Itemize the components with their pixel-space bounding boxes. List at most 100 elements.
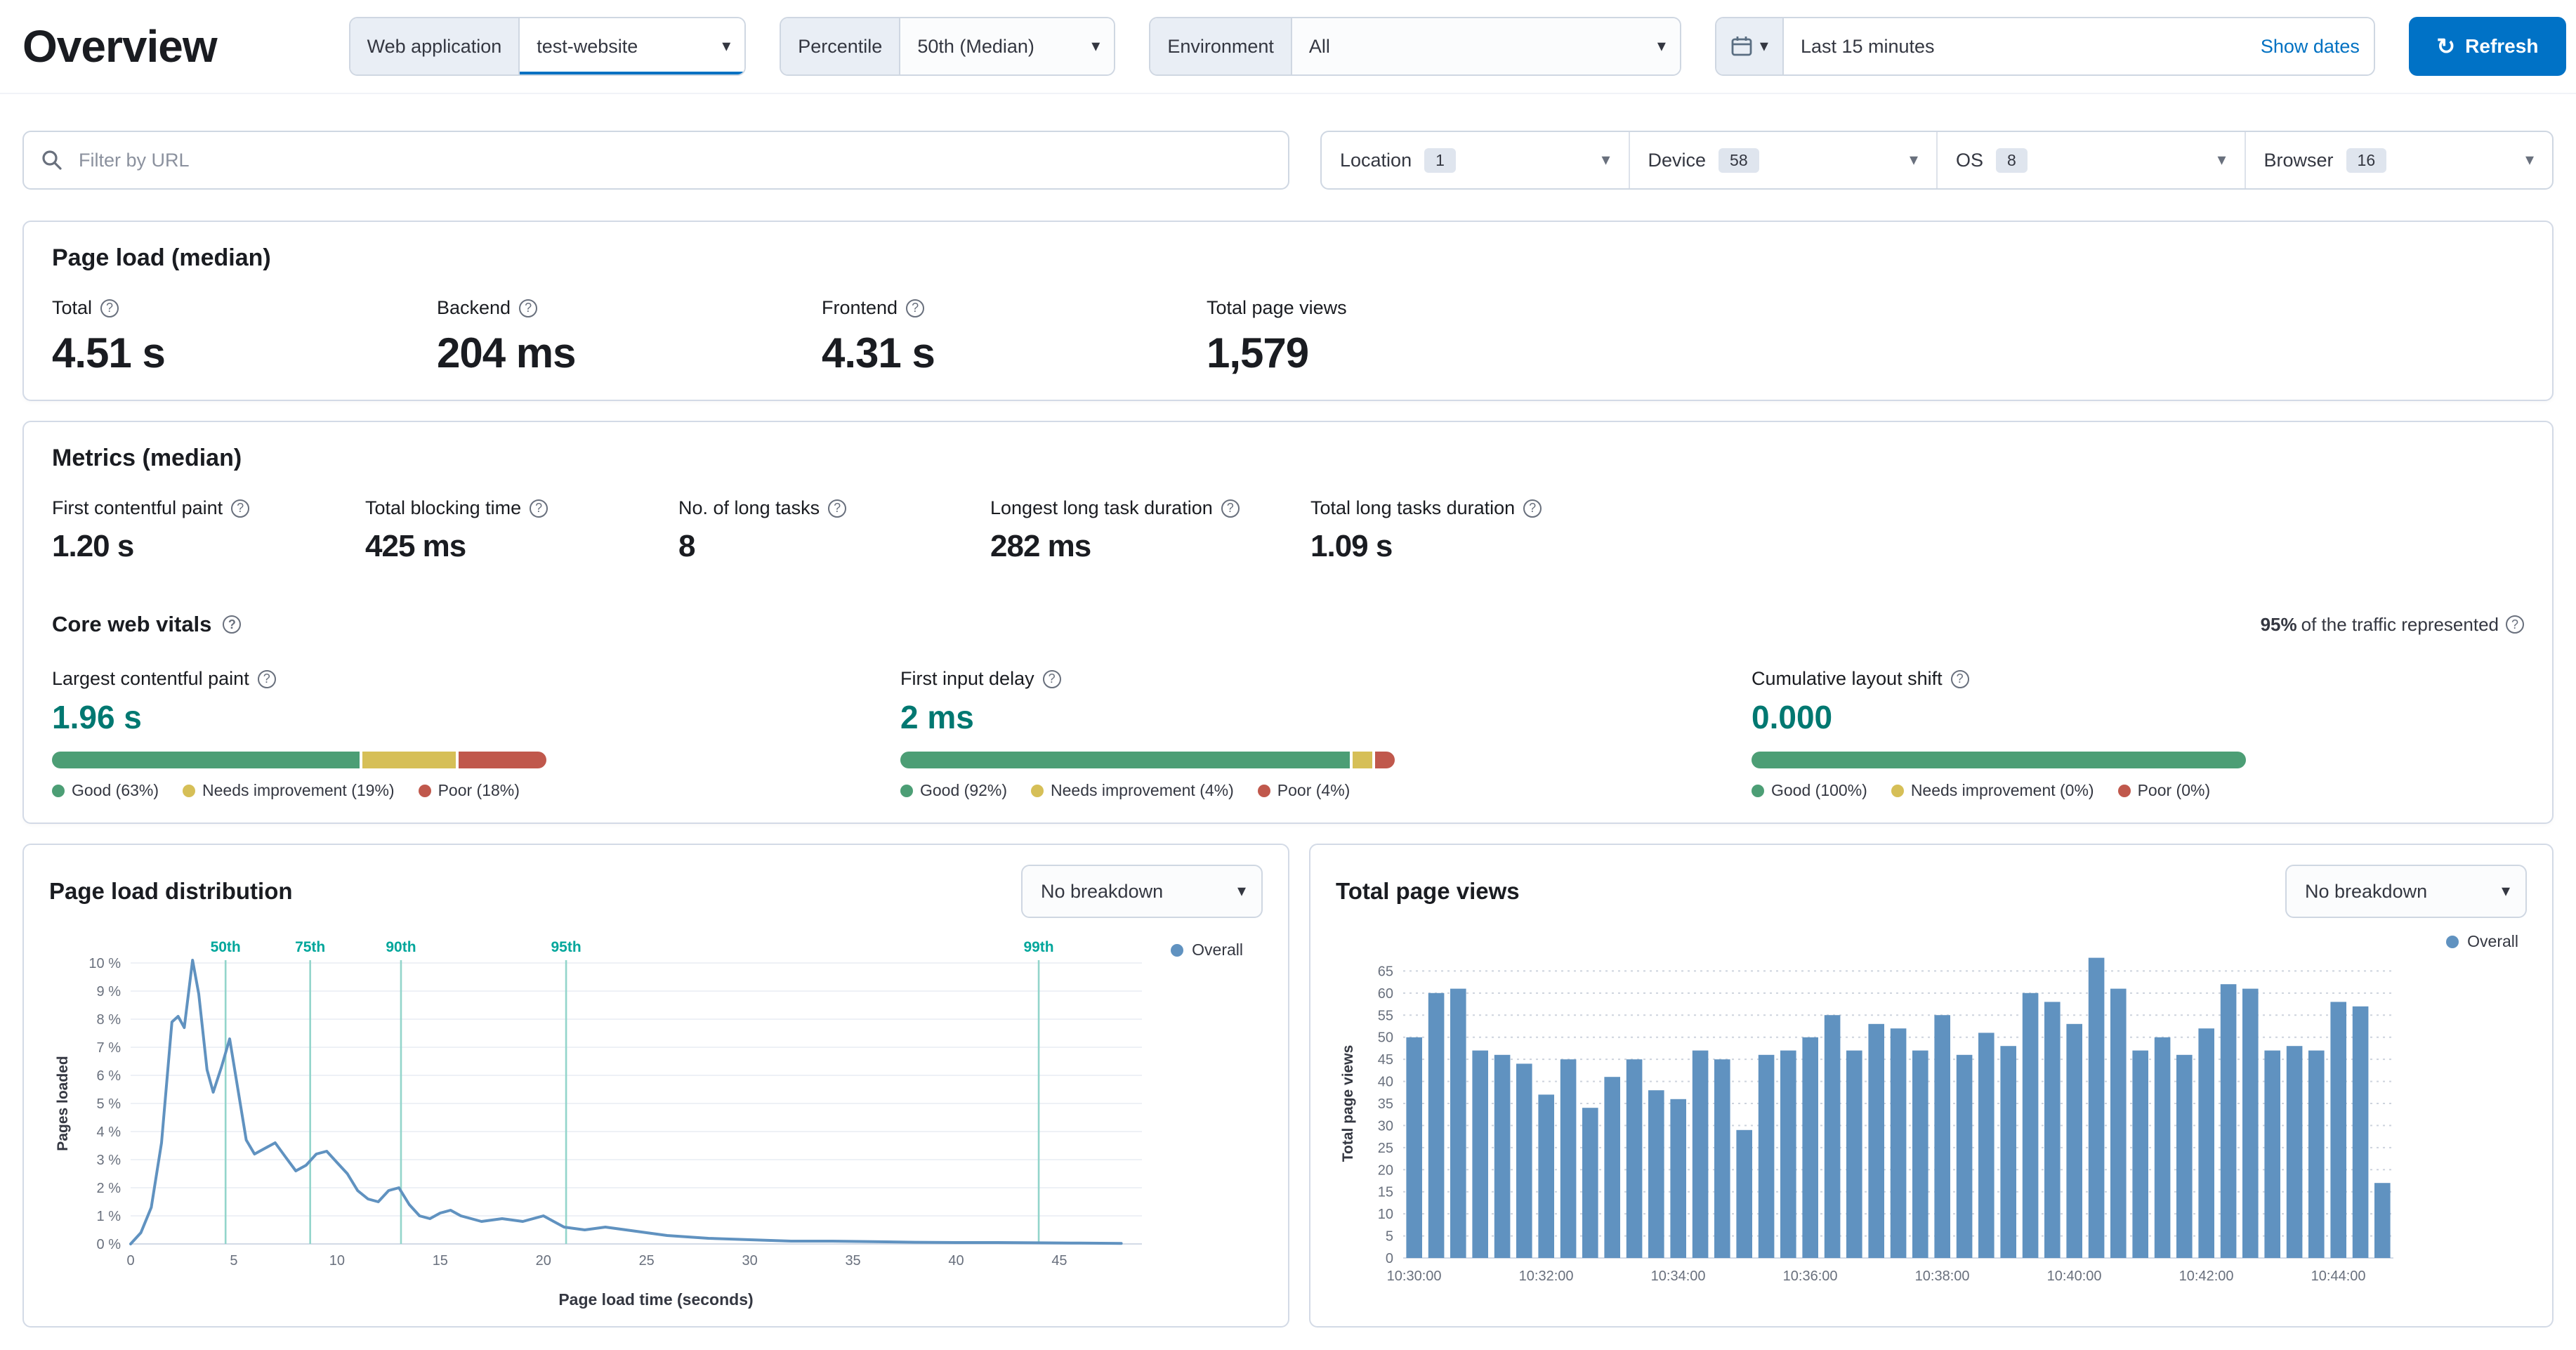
svg-text:0: 0: [126, 1253, 134, 1269]
chart-legend[interactable]: Overall: [1171, 941, 1243, 959]
bar: [2330, 1002, 2346, 1258]
metric-value: 425 ms: [365, 529, 466, 563]
legend-poor: Poor (4%): [1277, 781, 1351, 799]
bar: [1472, 1050, 1488, 1258]
info-icon[interactable]: [828, 499, 847, 518]
info-icon[interactable]: [1950, 669, 1969, 688]
chevron-down-icon: ▾: [1759, 37, 1768, 55]
info-icon[interactable]: [257, 669, 276, 688]
location-filter[interactable]: Location 1 ▾: [1322, 132, 1630, 188]
info-icon[interactable]: [906, 299, 925, 317]
refresh-button[interactable]: ↻ Refresh: [2408, 17, 2566, 76]
bar: [1780, 1050, 1796, 1258]
bar: [1604, 1077, 1620, 1258]
svg-text:10: 10: [1378, 1207, 1393, 1222]
legend-good: Good (63%): [72, 781, 159, 799]
metric-value: 8: [678, 529, 695, 563]
bar: [1846, 1050, 1862, 1258]
bar: [1714, 1059, 1730, 1258]
percentile-label: Percentile: [781, 18, 901, 74]
percentile-select[interactable]: Percentile 50th (Median) ▾: [780, 17, 1116, 76]
svg-text:10: 10: [329, 1253, 345, 1269]
environment-select[interactable]: Environment All ▾: [1149, 17, 1681, 76]
info-icon[interactable]: [1042, 669, 1061, 688]
bar: [1560, 1059, 1577, 1258]
legend-needs-improvement: Needs improvement (19%): [202, 781, 395, 799]
bar: [1626, 1059, 1643, 1258]
device-filter[interactable]: Device 58 ▾: [1630, 132, 1938, 188]
svg-text:25: 25: [1378, 1141, 1393, 1156]
bar: [1978, 1033, 1995, 1258]
vital-distribution-bar: [52, 752, 546, 768]
svg-text:7 %: 7 %: [97, 1040, 121, 1056]
vital-label: First input delay: [900, 668, 1034, 689]
svg-text:30: 30: [742, 1253, 758, 1269]
info-icon[interactable]: [2506, 615, 2524, 634]
svg-text:35: 35: [845, 1253, 860, 1269]
url-filter-input[interactable]: [76, 148, 1271, 173]
chevron-down-icon: ▾: [1909, 150, 1918, 169]
browser-filter[interactable]: Browser 16 ▾: [2246, 132, 2553, 188]
svg-text:55: 55: [1378, 1008, 1393, 1023]
bar: [1538, 1094, 1554, 1258]
vital-fid: First input delay 2 ms Good (92%) Needs …: [900, 668, 1752, 800]
bar: [1934, 1015, 1950, 1258]
svg-text:45: 45: [1378, 1052, 1393, 1068]
bar: [1582, 1108, 1598, 1258]
metric-tbt: Total blocking time 425 ms: [365, 497, 678, 564]
chart-legend[interactable]: Overall: [2446, 932, 2518, 951]
bar: [2264, 1050, 2280, 1258]
bar: [1868, 1023, 1884, 1258]
time-range-value[interactable]: Last 15 minutes: [1801, 36, 1935, 58]
info-icon[interactable]: [519, 299, 538, 317]
info-icon[interactable]: [530, 499, 548, 518]
svg-text:9 %: 9 %: [97, 984, 121, 1000]
core-web-vitals-title: Core web vitals: [52, 612, 212, 636]
chevron-down-icon: ▾: [722, 37, 731, 55]
metric-longest-task: Longest long task duration 282 ms: [990, 497, 1310, 564]
page-load-panel: Page load (median) Total 4.51 s Backend …: [22, 221, 2554, 401]
svg-text:65: 65: [1378, 964, 1393, 979]
svg-text:95th: 95th: [551, 939, 581, 955]
facet-filter-group: Location 1 ▾ Device 58 ▾ OS 8 ▾ Browser …: [1320, 131, 2554, 190]
info-icon[interactable]: [1523, 499, 1542, 518]
svg-text:3 %: 3 %: [97, 1153, 121, 1168]
info-icon[interactable]: [223, 615, 242, 634]
total-page-views-panel: Total page views No breakdown ▾ 0 5 10 15 20…: [1309, 844, 2554, 1328]
bar: [1692, 1050, 1709, 1258]
breakdown-select[interactable]: No breakdown ▾: [1021, 865, 1263, 918]
traffic-percent: 95%: [2260, 613, 2297, 635]
svg-text:35: 35: [1378, 1096, 1393, 1112]
needs-improvement-dot-icon: [1891, 784, 1904, 797]
bar: [2198, 1028, 2214, 1258]
svg-text:Total page views: Total page views: [1340, 1045, 1356, 1162]
date-picker[interactable]: ▾ Last 15 minutes Show dates: [1714, 17, 2375, 76]
metric-frontend: Frontend 4.31 s: [822, 297, 1207, 377]
bar: [2176, 1054, 2193, 1258]
bar: [1494, 1054, 1511, 1258]
metric-backend: Backend 204 ms: [437, 297, 822, 377]
web-application-select[interactable]: Web application test-website ▾: [348, 17, 747, 76]
date-picker-quick-menu[interactable]: ▾: [1716, 18, 1784, 74]
breakdown-value: No breakdown: [1041, 880, 1164, 902]
bar: [2242, 988, 2259, 1258]
info-icon[interactable]: [1221, 499, 1240, 518]
poor-dot-icon: [418, 784, 431, 797]
info-icon[interactable]: [231, 499, 250, 518]
vital-value: 2 ms: [900, 699, 974, 735]
breakdown-select[interactable]: No breakdown ▾: [2285, 865, 2527, 918]
chevron-down-icon: ▾: [1237, 882, 1246, 900]
bar: [1670, 1099, 1686, 1258]
os-filter[interactable]: OS 8 ▾: [1938, 132, 2246, 188]
vital-label: Cumulative layout shift: [1752, 668, 1943, 689]
metric-value: 282 ms: [990, 529, 1091, 563]
svg-text:5: 5: [1386, 1229, 1393, 1245]
svg-text:1 %: 1 %: [97, 1209, 121, 1224]
page-title: Overview: [22, 21, 218, 72]
good-dot-icon: [52, 784, 65, 797]
vital-distribution-bar: [900, 752, 1395, 768]
show-dates-link[interactable]: Show dates: [2261, 36, 2360, 58]
svg-text:2 %: 2 %: [97, 1181, 121, 1196]
info-icon[interactable]: [100, 299, 119, 317]
legend-label: Overall: [2467, 932, 2518, 950]
